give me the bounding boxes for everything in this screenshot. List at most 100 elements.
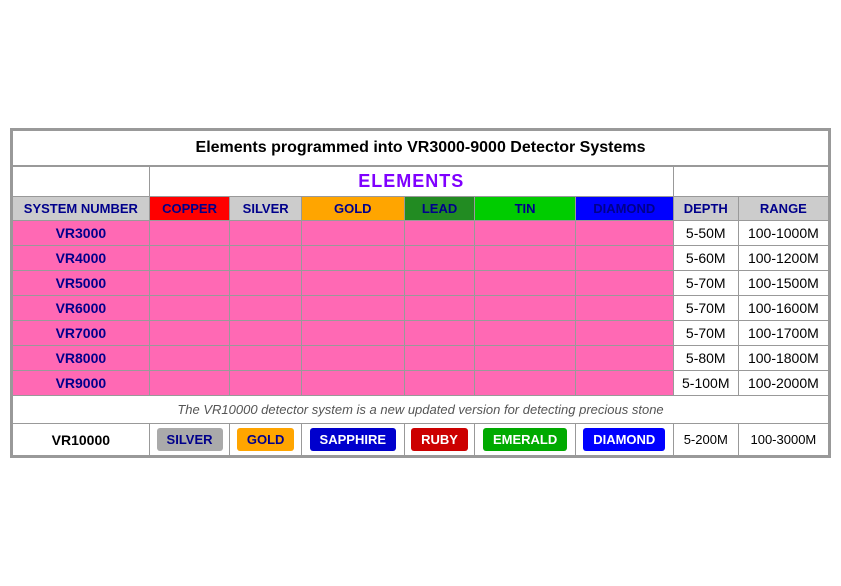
table-title: Elements programmed into VR3000-9000 Det…	[13, 131, 829, 167]
vr10000-row: VR10000SILVERGOLDSAPPHIRERUBYEMERALDDIAM…	[13, 424, 829, 456]
element-cell	[149, 346, 230, 371]
element-cell	[230, 321, 302, 346]
elements-label-row: ELEMENTS	[13, 166, 829, 197]
vr10000-element-sapphire: SAPPHIRE	[301, 424, 404, 456]
system-number-cell: VR3000	[13, 221, 150, 246]
main-table-wrapper: Elements programmed into VR3000-9000 Det…	[10, 128, 831, 458]
title-row: Elements programmed into VR3000-9000 Det…	[13, 131, 829, 167]
table-row: VR7000 5-70M100-1700M	[13, 321, 829, 346]
table-row: VR6000 5-70M100-1600M	[13, 296, 829, 321]
depth-cell: 5-70M	[673, 296, 738, 321]
vr10000-range-cell: 100-3000M	[738, 424, 828, 456]
empty-cell-2	[673, 166, 828, 197]
element-cell	[230, 346, 302, 371]
element-cell	[475, 346, 575, 371]
element-cell	[475, 271, 575, 296]
system-number-cell: VR4000	[13, 246, 150, 271]
vr10000-element-emerald: EMERALD	[475, 424, 575, 456]
copper-header: COPPER	[149, 197, 230, 221]
system-number-cell: VR7000	[13, 321, 150, 346]
table-row: VR9000 5-100M100-2000M	[13, 371, 829, 396]
elements-label-text: ELEMENTS	[358, 171, 464, 191]
element-cell	[404, 246, 475, 271]
element-cell	[149, 296, 230, 321]
element-cell	[475, 296, 575, 321]
note-text: The VR10000 detector system is a new upd…	[13, 396, 829, 424]
table-row: VR8000 5-80M100-1800M	[13, 346, 829, 371]
range-cell: 100-2000M	[738, 371, 828, 396]
table-row: VR3000 5-50M100-1000M	[13, 221, 829, 246]
depth-cell: 5-100M	[673, 371, 738, 396]
element-cell	[404, 271, 475, 296]
vr10000-element-ruby: RUBY	[404, 424, 475, 456]
range-cell: 100-1700M	[738, 321, 828, 346]
silver-header: SILVER	[230, 197, 302, 221]
range-cell: 100-1000M	[738, 221, 828, 246]
note-row: The VR10000 detector system is a new upd…	[13, 396, 829, 424]
element-cell	[575, 271, 673, 296]
depth-cell: 5-50M	[673, 221, 738, 246]
table-row: VR5000 5-70M100-1500M	[13, 271, 829, 296]
elements-label-cell: ELEMENTS	[149, 166, 673, 197]
tin-header: TIN	[475, 197, 575, 221]
system-number-cell: VR6000	[13, 296, 150, 321]
element-cell	[230, 271, 302, 296]
element-cell	[575, 371, 673, 396]
element-cell	[575, 321, 673, 346]
depth-header: DEPTH	[673, 197, 738, 221]
range-cell: 100-1500M	[738, 271, 828, 296]
vr10000-depth-cell: 5-200M	[673, 424, 738, 456]
element-cell	[575, 246, 673, 271]
element-cell	[301, 321, 404, 346]
element-cell	[301, 371, 404, 396]
element-cell	[301, 271, 404, 296]
element-cell	[404, 321, 475, 346]
element-cell	[301, 221, 404, 246]
depth-cell: 5-70M	[673, 321, 738, 346]
element-cell	[404, 296, 475, 321]
element-cell	[149, 221, 230, 246]
depth-cell: 5-80M	[673, 346, 738, 371]
element-cell	[575, 346, 673, 371]
element-cell	[575, 221, 673, 246]
element-cell	[230, 296, 302, 321]
element-cell	[149, 321, 230, 346]
range-header: RANGE	[738, 197, 828, 221]
element-cell	[404, 346, 475, 371]
range-cell: 100-1600M	[738, 296, 828, 321]
element-cell	[301, 246, 404, 271]
system-number-header: SYSTEM NUMBER	[13, 197, 150, 221]
element-cell	[149, 246, 230, 271]
system-number-cell: VR8000	[13, 346, 150, 371]
element-cell	[230, 221, 302, 246]
vr10000-element-gold: GOLD	[230, 424, 302, 456]
range-cell: 100-1200M	[738, 246, 828, 271]
system-number-cell: VR5000	[13, 271, 150, 296]
vr10000-element-diamond: DIAMOND	[575, 424, 673, 456]
diamond-header: DIAMOND	[575, 197, 673, 221]
table-row: VR4000 5-60M100-1200M	[13, 246, 829, 271]
empty-cell-1	[13, 166, 150, 197]
element-cell	[475, 371, 575, 396]
element-cell	[404, 371, 475, 396]
element-cell	[475, 321, 575, 346]
element-cell	[475, 221, 575, 246]
element-cell	[230, 371, 302, 396]
system-number-cell: VR9000	[13, 371, 150, 396]
element-cell	[149, 271, 230, 296]
element-cell	[149, 371, 230, 396]
element-cell	[301, 296, 404, 321]
element-cell	[404, 221, 475, 246]
element-cell	[230, 246, 302, 271]
gold-header: GOLD	[301, 197, 404, 221]
element-cell	[475, 246, 575, 271]
header-row: SYSTEM NUMBER COPPER SILVER GOLD LEAD TI…	[13, 197, 829, 221]
element-cell	[301, 346, 404, 371]
range-cell: 100-1800M	[738, 346, 828, 371]
lead-header: LEAD	[404, 197, 475, 221]
depth-cell: 5-70M	[673, 271, 738, 296]
depth-cell: 5-60M	[673, 246, 738, 271]
element-cell	[575, 296, 673, 321]
vr10000-system-cell: VR10000	[13, 424, 150, 456]
vr10000-element-silver: SILVER	[149, 424, 230, 456]
